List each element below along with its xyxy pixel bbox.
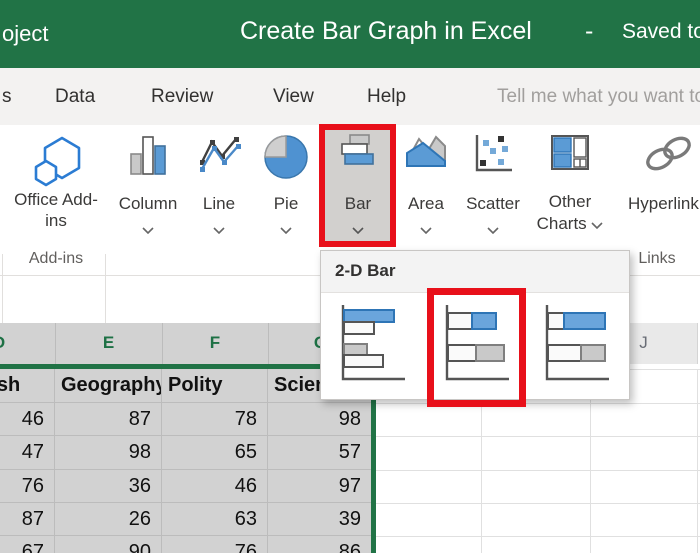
scatter-label: Scatter <box>456 193 530 214</box>
excel-window: oject Create Bar Graph in Excel - Saved … <box>0 0 700 553</box>
cell[interactable]: 76 <box>162 536 268 553</box>
other-charts-label-text: Other Charts <box>537 192 592 233</box>
cell[interactable]: 63 <box>162 503 268 536</box>
line-chart-icon <box>197 133 241 175</box>
bar-option-clustered[interactable] <box>329 297 415 395</box>
hyperlink-label: Hyperlink <box>628 193 699 214</box>
title-separator: - <box>585 17 593 46</box>
window-title: Create Bar Graph in Excel <box>240 17 532 46</box>
column-f-cells: Polity 78 65 46 63 76 <box>162 369 268 553</box>
cell[interactable]: 26 <box>55 503 162 536</box>
tell-me-search[interactable]: Tell me what you want to do <box>497 86 700 108</box>
cell[interactable]: 97 <box>268 470 371 503</box>
office-addins-button[interactable]: Office Add-ins <box>8 127 104 245</box>
column-label: Column <box>112 193 184 214</box>
pie-chart-button[interactable]: Pie <box>252 127 320 245</box>
hexagons-addin-icon <box>26 133 86 189</box>
hyperlink-chain-icon <box>642 133 696 175</box>
column-d-cells: English 46 47 76 87 67 <box>0 369 55 553</box>
cell[interactable]: 87 <box>0 503 55 536</box>
cell[interactable]: 78 <box>162 403 268 436</box>
column-chart-button[interactable]: Column <box>112 127 184 245</box>
100-stacked-bar-icon <box>541 303 611 387</box>
cell[interactable]: 90 <box>55 536 162 553</box>
title-bar: oject Create Bar Graph in Excel - Saved … <box>0 0 700 68</box>
cell[interactable]: 87 <box>55 403 162 436</box>
cell[interactable]: 65 <box>162 436 268 470</box>
scatter-chart-button[interactable]: Scatter <box>456 127 530 245</box>
document-name-fragment: oject <box>2 21 48 47</box>
cell[interactable]: 86 <box>268 536 371 553</box>
column-header-d[interactable]: D <box>0 333 29 353</box>
chevron-down-icon <box>591 222 603 229</box>
cell[interactable]: 67 <box>0 536 55 553</box>
save-status: Saved to <box>622 20 700 44</box>
office-addins-label: Office Add-ins <box>8 189 104 231</box>
chevron-down-icon <box>487 227 499 234</box>
cell[interactable]: 46 <box>162 470 268 503</box>
column-e-cells: Geography 87 98 36 26 90 <box>55 369 162 553</box>
selection-border-bottom-of-headers <box>0 364 373 369</box>
scatter-chart-icon <box>471 133 515 175</box>
column-header-e[interactable]: E <box>55 333 162 353</box>
pie-label: Pie <box>252 193 320 214</box>
pie-chart-icon <box>261 133 311 181</box>
chevron-down-icon <box>420 227 432 234</box>
area-chart-icon <box>404 133 448 173</box>
addins-group-label: Add-ins <box>8 250 104 268</box>
tab-data[interactable]: Data <box>55 86 95 108</box>
gridline <box>376 403 700 404</box>
gridline <box>268 323 269 364</box>
tab-review[interactable]: Review <box>151 86 213 108</box>
gridline <box>376 503 700 504</box>
bar-option-100-stacked[interactable] <box>533 297 619 395</box>
cell[interactable]: 98 <box>268 403 371 436</box>
annotation-highlight-stacked-bar-option <box>427 288 526 407</box>
tab-help[interactable]: Help <box>367 86 406 108</box>
cell[interactable]: 36 <box>55 470 162 503</box>
chevron-down-icon <box>213 227 225 234</box>
chevron-down-icon <box>280 227 292 234</box>
line-label: Line <box>188 193 250 214</box>
area-label: Area <box>398 193 454 214</box>
cell[interactable]: 46 <box>0 403 55 436</box>
gridline <box>55 323 56 364</box>
chevron-down-icon <box>142 227 154 234</box>
other-charts-button[interactable]: Other Charts <box>530 127 610 245</box>
area-chart-button[interactable]: Area <box>398 127 454 245</box>
cell[interactable]: 47 <box>0 436 55 470</box>
tab-formulas-partial[interactable]: s <box>2 86 12 108</box>
gridline <box>697 369 698 553</box>
column-chart-icon <box>128 133 168 177</box>
annotation-highlight-bar-button <box>319 124 396 247</box>
cell[interactable]: 57 <box>268 436 371 470</box>
column-header-f[interactable]: F <box>162 333 268 353</box>
gridline <box>697 323 698 364</box>
gridline <box>376 536 700 537</box>
ribbon-tab-bar: s Data Review View Help Tell me what you… <box>0 68 700 125</box>
gridline <box>162 323 163 364</box>
gridline <box>376 470 700 471</box>
dropdown-header-text: 2-D Bar <box>335 261 395 281</box>
hyperlink-button[interactable]: Hyperlink <box>620 127 700 245</box>
dropdown-header: 2-D Bar <box>321 251 629 293</box>
gridline <box>376 436 700 437</box>
cell-subject-polity[interactable]: Polity <box>162 369 268 403</box>
cell[interactable]: 39 <box>268 503 371 536</box>
line-chart-button[interactable]: Line <box>188 127 250 245</box>
other-charts-icon <box>549 133 591 173</box>
links-group-label: Links <box>622 250 692 268</box>
cell[interactable]: 76 <box>0 470 55 503</box>
cell[interactable]: 98 <box>55 436 162 470</box>
other-charts-label: Other Charts <box>530 191 610 235</box>
cell-subject-english[interactable]: English <box>0 369 55 403</box>
clustered-bar-icon <box>337 303 407 387</box>
tab-view[interactable]: View <box>273 86 314 108</box>
cell-subject-geography[interactable]: Geography <box>55 369 162 403</box>
